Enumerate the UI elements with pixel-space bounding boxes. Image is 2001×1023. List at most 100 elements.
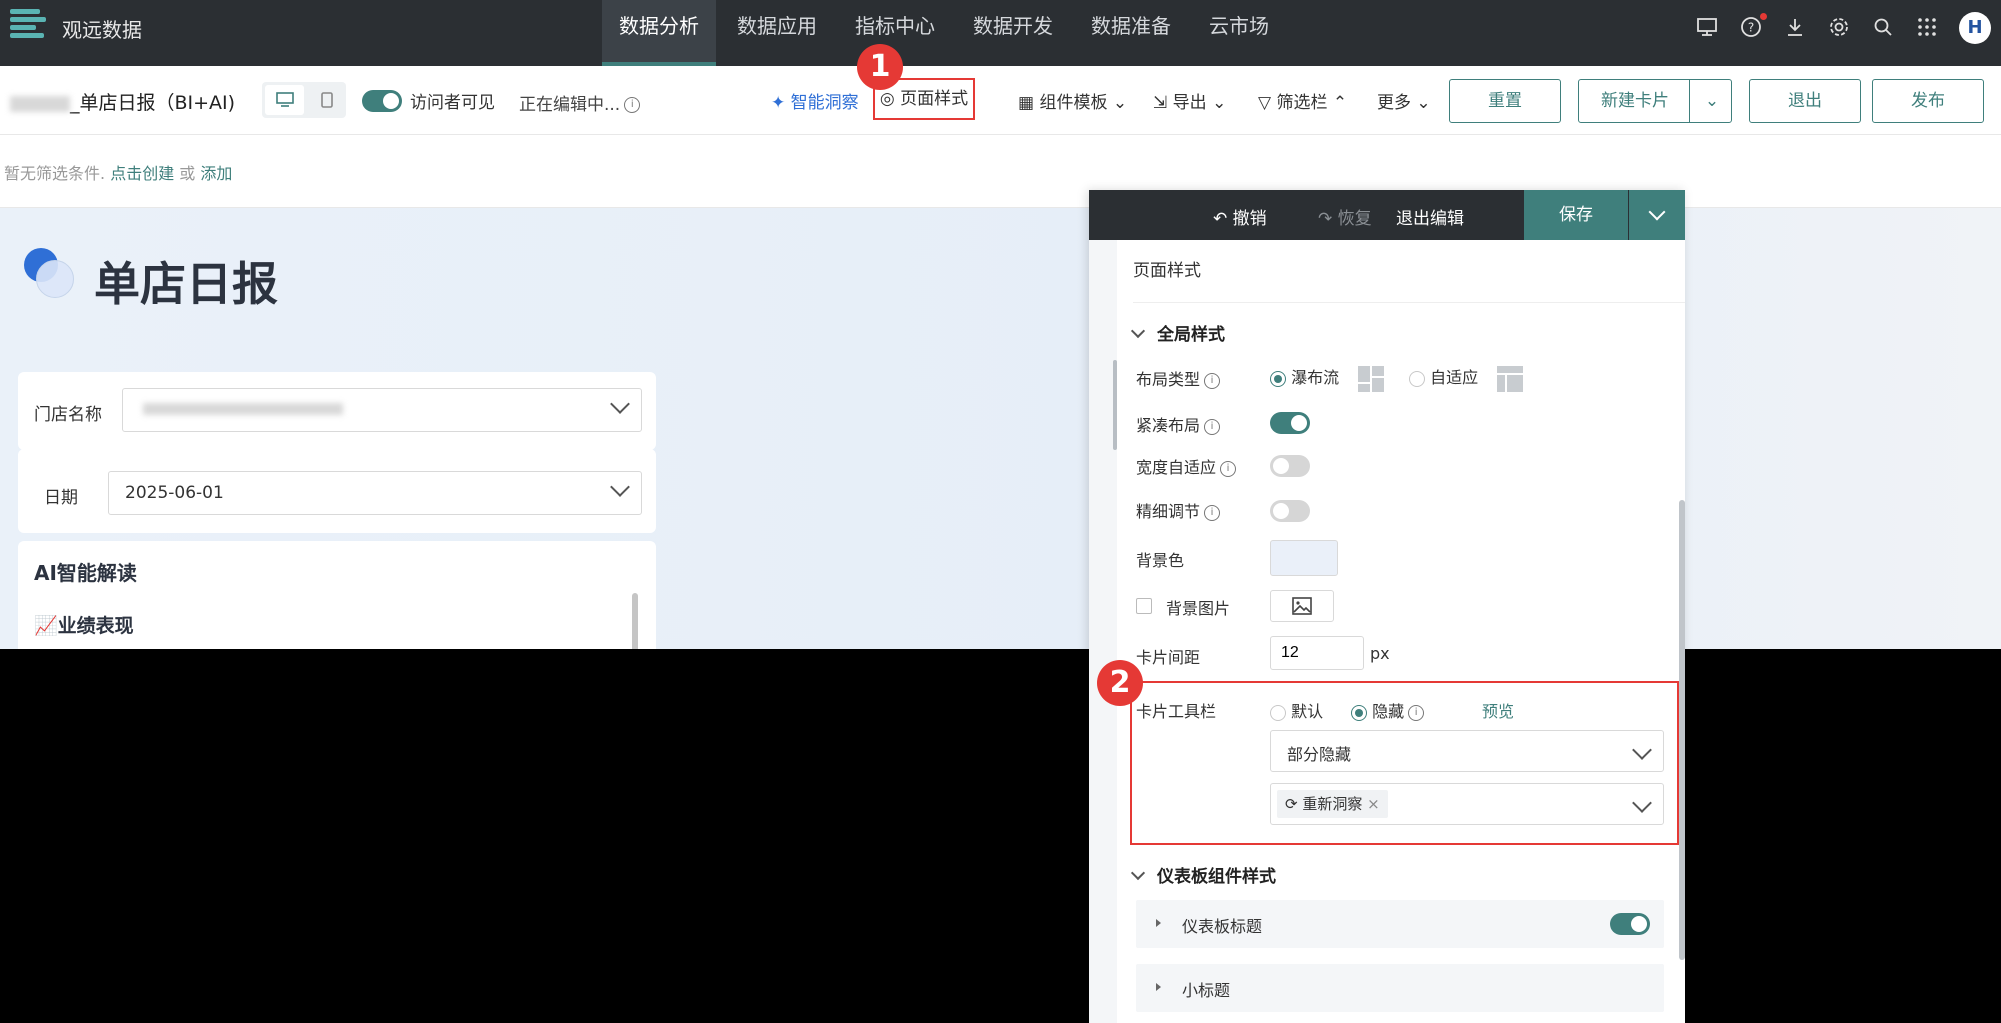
close-icon[interactable]: × bbox=[1367, 795, 1380, 813]
component-template-button[interactable]: ▦ 组件模板 ⌄ bbox=[1018, 88, 1127, 113]
save-button[interactable]: 保存 bbox=[1524, 190, 1628, 240]
editing-status-text: 正在编辑中... bbox=[519, 95, 621, 115]
dashboard-title-switch[interactable] bbox=[1610, 913, 1650, 935]
add-filter-link[interactable]: 添加 bbox=[200, 164, 232, 183]
card-toolbar-label: 卡片工具栏 bbox=[1136, 702, 1217, 721]
waterfall-radio[interactable] bbox=[1270, 370, 1286, 387]
create-filter-link[interactable]: 点击创建 bbox=[110, 164, 174, 183]
card-gap-input[interactable] bbox=[1270, 636, 1364, 670]
info-icon[interactable]: i bbox=[1220, 460, 1237, 477]
mobile-view-icon[interactable] bbox=[307, 82, 346, 118]
width-adaptive-switch[interactable] bbox=[1270, 455, 1310, 477]
preview-link[interactable]: 预览 bbox=[1482, 698, 1514, 722]
toolbar-default-option[interactable]: 默认 bbox=[1270, 698, 1323, 722]
panel-subtitle: 页面样式 bbox=[1133, 261, 1201, 281]
layout-adaptive-option[interactable]: 自适应 bbox=[1409, 364, 1524, 392]
tab-data-development[interactable]: 数据开发 bbox=[956, 0, 1070, 66]
undo-button[interactable]: ↶ 撤销 bbox=[1213, 204, 1267, 229]
dashboard-style-section[interactable]: 仪表板组件样式 bbox=[1130, 862, 1276, 887]
left-scroll-thumb[interactable] bbox=[1113, 360, 1117, 450]
chevron-down-icon bbox=[610, 477, 630, 497]
date-select[interactable]: 2025-06-01 bbox=[108, 471, 642, 515]
settings-icon[interactable] bbox=[1827, 16, 1851, 40]
new-card-dropdown-icon[interactable]: ⌄ bbox=[1689, 80, 1734, 122]
default-radio[interactable] bbox=[1270, 704, 1286, 721]
bg-image-upload[interactable] bbox=[1270, 590, 1334, 622]
tab-data-preparation[interactable]: 数据准备 bbox=[1074, 0, 1188, 66]
filter-empty-hint: 暂无筛选条件. 点击创建 或 添加 bbox=[4, 160, 232, 184]
date-filter-card: 日期 2025-06-01 bbox=[18, 449, 656, 533]
chevron-down-icon bbox=[1130, 323, 1146, 339]
publish-button[interactable]: 发布 bbox=[1872, 79, 1984, 123]
bg-image-label: 背景图片 bbox=[1166, 599, 1231, 618]
tab-data-analysis[interactable]: 数据分析 bbox=[602, 0, 716, 66]
adaptive-radio[interactable] bbox=[1409, 370, 1425, 387]
image-icon bbox=[1292, 597, 1312, 615]
filter-bar-button[interactable]: ▽ 筛选栏 ⌃ bbox=[1258, 88, 1347, 113]
visitor-visible-switch[interactable] bbox=[362, 89, 402, 112]
toolbar-hide-option[interactable]: 隐藏 i bbox=[1351, 698, 1425, 722]
global-style-label: 全局样式 bbox=[1157, 325, 1225, 345]
global-style-section[interactable]: 全局样式 bbox=[1130, 320, 1225, 345]
chevron-up-icon: ⌃ bbox=[1332, 93, 1348, 113]
bg-color-label: 背景色 bbox=[1136, 551, 1185, 570]
hidden-items-select[interactable]: ⟳ 重新洞察 × bbox=[1270, 783, 1664, 825]
dashboard-logo-icon bbox=[24, 248, 74, 298]
bg-color-picker[interactable] bbox=[1270, 540, 1338, 576]
info-icon[interactable]: i bbox=[624, 97, 641, 113]
dashboard-title-item[interactable]: 仪表板标题 bbox=[1136, 900, 1664, 948]
download-icon[interactable] bbox=[1783, 16, 1807, 40]
component-template-label: 组件模板 bbox=[1039, 93, 1108, 113]
help-icon[interactable]: ? bbox=[1739, 13, 1767, 40]
store-name-select[interactable] bbox=[122, 388, 642, 432]
guandata-logo-icon[interactable] bbox=[10, 7, 46, 43]
editor-toolbar: _单店日报（BI+AI) 访问者可见 正在编辑中... i ✦ 智能洞察 ◎ 页面… bbox=[0, 44, 2001, 135]
layout-waterfall-option[interactable]: 瀑布流 bbox=[1270, 364, 1385, 392]
page-style-panel: ↶ 撤销 ↷ 恢复 退出编辑 保存 页面样式 全局样式 布局类型 i 瀑布流 自适… bbox=[1089, 190, 1685, 1023]
chevron-down-icon: ⌄ bbox=[1112, 93, 1128, 113]
monitor-icon[interactable] bbox=[1695, 16, 1719, 40]
more-button[interactable]: 更多 ⌄ bbox=[1377, 88, 1431, 113]
export-button[interactable]: ⇲ 导出 ⌄ bbox=[1153, 88, 1226, 113]
waterfall-layout-icon bbox=[1358, 365, 1385, 392]
tab-cloud-market[interactable]: 云市场 bbox=[1192, 0, 1286, 66]
dashboard-canvas: 单店日报 门店名称 日期 2025-06-01 AI智能解读 📈业绩表现 bbox=[0, 208, 2001, 649]
user-avatar[interactable]: H bbox=[1959, 12, 1991, 44]
dashboard-title-label: 仪表板标题 bbox=[1182, 917, 1263, 936]
info-icon[interactable]: i bbox=[1204, 418, 1221, 435]
save-dropdown-icon[interactable] bbox=[1629, 190, 1685, 240]
exit-button[interactable]: 退出 bbox=[1749, 79, 1861, 123]
info-icon[interactable]: i bbox=[1204, 504, 1221, 521]
redacted-text bbox=[10, 95, 70, 112]
card-scrollbar[interactable] bbox=[632, 593, 638, 649]
reset-button[interactable]: 重置 bbox=[1449, 79, 1561, 123]
panel-scrollbar[interactable] bbox=[1679, 500, 1685, 960]
card-gap-unit: px bbox=[1370, 644, 1390, 663]
desktop-view-icon[interactable] bbox=[265, 85, 304, 115]
bg-image-checkbox[interactable] bbox=[1136, 598, 1152, 614]
new-card-button[interactable]: 新建卡片 ⌄ bbox=[1578, 79, 1732, 123]
filter-empty-text: 暂无筛选条件. bbox=[4, 164, 111, 183]
chevron-down-icon: ⌄ bbox=[1212, 93, 1227, 113]
small-title-item[interactable]: 小标题 bbox=[1136, 964, 1664, 1012]
card-gap-label: 卡片间距 bbox=[1136, 648, 1201, 667]
exit-edit-button[interactable]: 退出编辑 bbox=[1396, 204, 1464, 229]
date-label: 日期 bbox=[44, 488, 78, 508]
fine-tune-switch[interactable] bbox=[1270, 500, 1310, 522]
tag-reinsight-label: 重新洞察 bbox=[1302, 795, 1363, 813]
compact-layout-switch[interactable] bbox=[1270, 412, 1310, 434]
apps-grid-icon[interactable] bbox=[1915, 16, 1939, 40]
layout-type-label: 布局类型 i bbox=[1136, 366, 1221, 390]
hide-mode-select[interactable]: 部分隐藏 bbox=[1270, 730, 1664, 772]
hide-radio[interactable] bbox=[1351, 704, 1367, 721]
info-icon[interactable]: i bbox=[1204, 372, 1221, 389]
page-style-label: 页面样式 bbox=[900, 89, 969, 109]
smart-insight-button[interactable]: ✦ 智能洞察 bbox=[771, 88, 859, 113]
redo-button[interactable]: ↷ 恢复 bbox=[1318, 204, 1372, 229]
info-icon[interactable]: i bbox=[1408, 704, 1425, 721]
device-view-toggle bbox=[262, 82, 346, 118]
small-title-label: 小标题 bbox=[1182, 981, 1231, 1000]
panel-left-strip bbox=[1089, 240, 1117, 1023]
tab-data-application[interactable]: 数据应用 bbox=[720, 0, 834, 66]
search-icon[interactable] bbox=[1871, 16, 1895, 40]
